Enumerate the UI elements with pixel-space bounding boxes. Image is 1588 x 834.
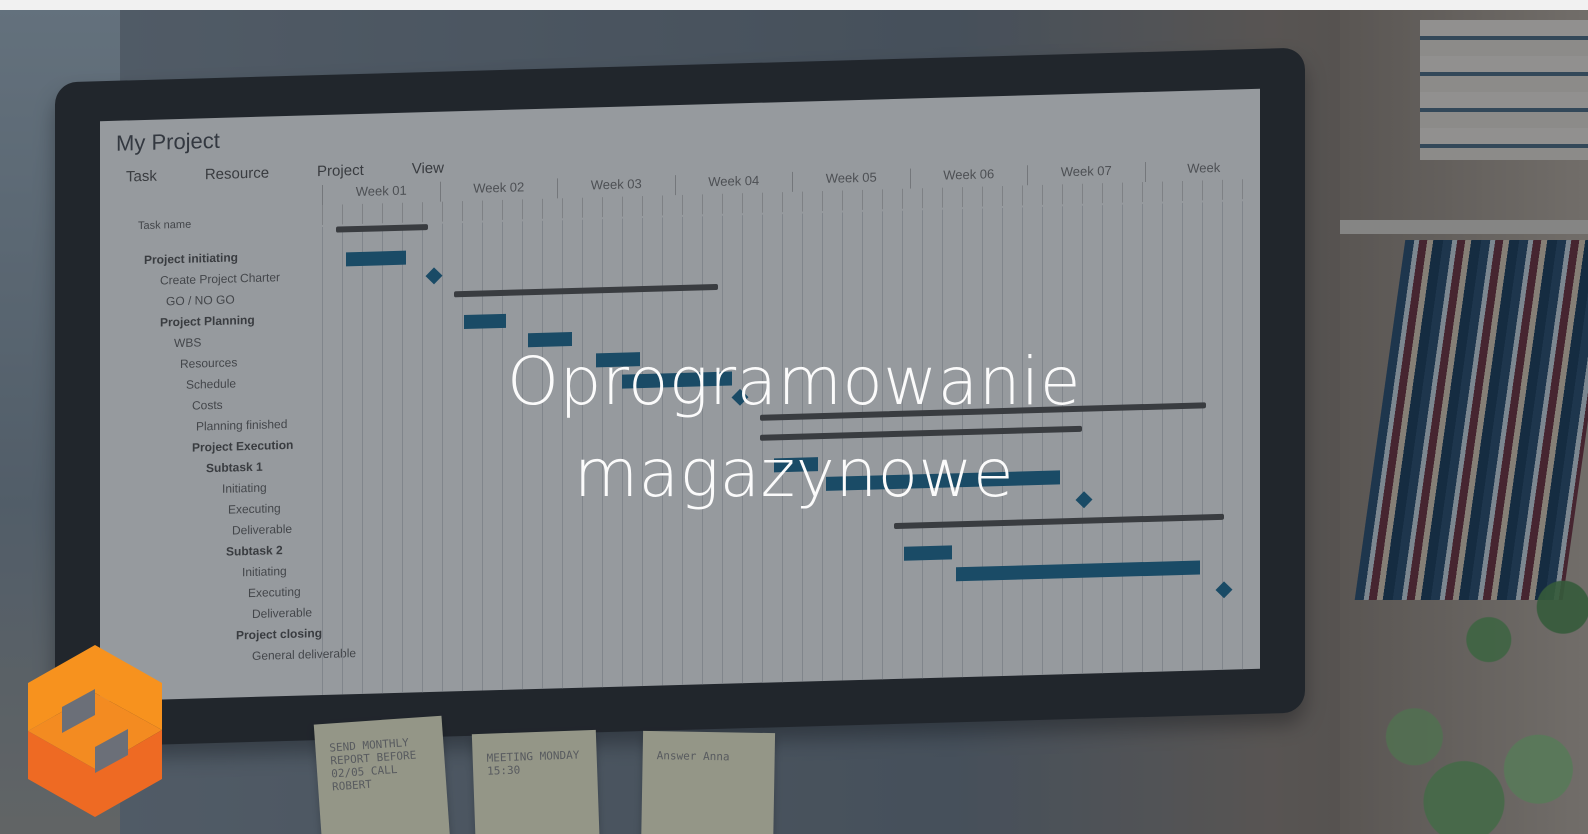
top-strip [0, 0, 1588, 10]
page-title: Oprogramowanie magazynowe [400, 336, 1188, 520]
title-line-1: Oprogramowanie [507, 343, 1081, 420]
s-hexagon-logo-icon [28, 645, 162, 817]
hero-banner: My Project Task Resource Project View Ta… [0, 10, 1588, 834]
title-line-2: magazynowe [573, 435, 1015, 512]
